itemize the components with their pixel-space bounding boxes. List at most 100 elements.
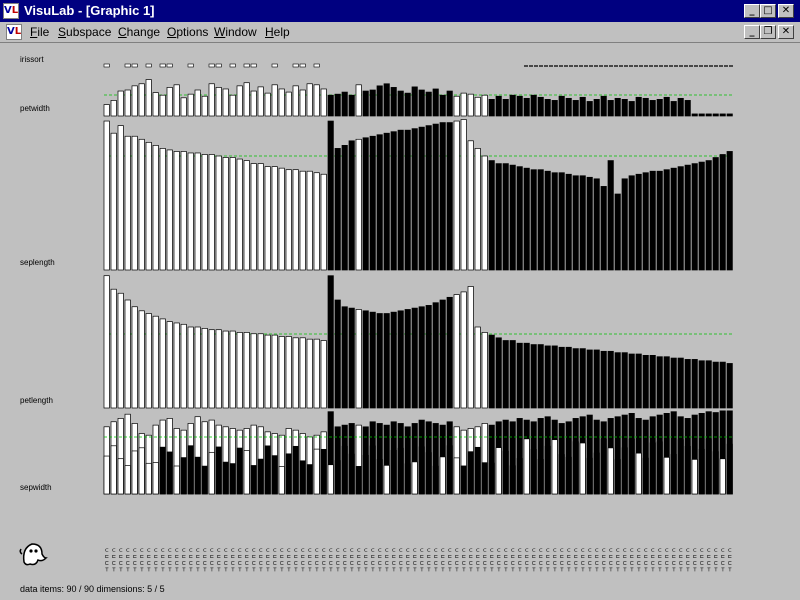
bar-sepwidth[interactable] — [684, 446, 691, 495]
bar-irissort[interactable] — [257, 86, 264, 117]
bar-petwidth[interactable] — [103, 120, 110, 271]
bar-irissort[interactable] — [404, 92, 411, 117]
bar-petwidth[interactable] — [138, 138, 145, 271]
parallel-bar-plot[interactable]: irissort petwidth seplength petlength sepwid… — [0, 0, 800, 600]
bar-irissort[interactable] — [523, 97, 530, 117]
bar-irissort[interactable] — [558, 95, 565, 117]
bar-seplength[interactable] — [278, 336, 285, 409]
bar-irissort[interactable] — [313, 84, 320, 117]
bar-irissort[interactable] — [348, 94, 355, 117]
bar-seplength[interactable] — [145, 313, 152, 409]
bar-sepwidth[interactable] — [341, 445, 348, 495]
bar-petwidth[interactable] — [705, 160, 712, 271]
bar-seplength[interactable] — [397, 310, 404, 409]
bar-irissort[interactable] — [551, 100, 558, 117]
bar-seplength[interactable] — [173, 322, 180, 409]
bar-petwidth[interactable] — [516, 166, 523, 271]
bar-seplength[interactable] — [187, 326, 194, 409]
bar-seplength[interactable] — [250, 333, 257, 409]
bar-seplength[interactable] — [362, 310, 369, 409]
bar-irissort[interactable] — [600, 95, 607, 117]
bar-petwidth[interactable] — [565, 173, 572, 271]
bar-sepwidth[interactable] — [586, 457, 593, 495]
bar-irissort[interactable] — [117, 90, 124, 117]
bar-sepwidth[interactable] — [432, 465, 439, 495]
bar-petwidth[interactable] — [719, 154, 726, 271]
bar-sepwidth[interactable] — [292, 445, 299, 495]
bar-irissort[interactable] — [362, 90, 369, 117]
bar-seplength[interactable] — [229, 330, 236, 409]
bar-seplength[interactable] — [579, 348, 586, 409]
bar-irissort[interactable] — [383, 83, 390, 117]
bar-irissort[interactable] — [306, 83, 313, 117]
bar-petwidth[interactable] — [264, 166, 271, 271]
bar-seplength[interactable] — [152, 315, 159, 409]
bar-seplength[interactable] — [628, 353, 635, 409]
bar-seplength[interactable] — [327, 275, 334, 409]
bar-sepwidth[interactable] — [656, 441, 663, 495]
bar-seplength[interactable] — [607, 350, 614, 409]
bar-seplength[interactable] — [264, 334, 271, 409]
bar-petwidth[interactable] — [544, 170, 551, 271]
bar-petwidth[interactable] — [117, 125, 124, 271]
bar-petwidth[interactable] — [684, 164, 691, 271]
bar-petwidth[interactable] — [635, 173, 642, 271]
bar-irissort[interactable] — [670, 101, 677, 117]
bar-seplength[interactable] — [376, 313, 383, 409]
bar-petwidth[interactable] — [523, 167, 530, 271]
bar-seplength[interactable] — [439, 299, 446, 409]
bar-sepwidth[interactable] — [544, 445, 551, 495]
bar-sepwidth[interactable] — [334, 460, 341, 495]
bar-seplength[interactable] — [523, 342, 530, 409]
bar-irissort[interactable] — [607, 100, 614, 117]
bar-irissort[interactable] — [537, 96, 544, 117]
bar-sepwidth[interactable] — [649, 442, 656, 495]
bar-irissort[interactable] — [544, 99, 551, 117]
bar-seplength[interactable] — [551, 345, 558, 409]
bar-irissort[interactable] — [439, 94, 446, 117]
bar-sepwidth[interactable] — [488, 462, 495, 495]
bar-sepwidth[interactable] — [663, 456, 670, 495]
bar-seplength[interactable] — [656, 356, 663, 409]
bar-irissort[interactable] — [635, 96, 642, 117]
bar-petwidth[interactable] — [509, 164, 516, 271]
bar-seplength[interactable] — [565, 346, 572, 409]
bar-sepwidth[interactable] — [635, 452, 642, 495]
bar-sepwidth[interactable] — [278, 466, 285, 495]
bar-seplength[interactable] — [243, 332, 250, 409]
bar-petwidth[interactable] — [208, 154, 215, 271]
bar-petwidth[interactable] — [495, 163, 502, 271]
bar-seplength[interactable] — [215, 329, 222, 409]
bar-irissort[interactable] — [243, 82, 250, 117]
bar-irissort[interactable] — [355, 84, 362, 117]
bar-sepwidth[interactable] — [243, 450, 250, 495]
bar-petwidth[interactable] — [411, 128, 418, 271]
bar-irissort[interactable] — [579, 96, 586, 117]
bar-irissort[interactable] — [586, 101, 593, 117]
bar-sepwidth[interactable] — [369, 445, 376, 495]
bar-sepwidth[interactable] — [558, 454, 565, 495]
bar-seplength[interactable] — [236, 332, 243, 409]
bar-petwidth[interactable] — [313, 172, 320, 271]
bar-irissort[interactable] — [642, 97, 649, 117]
bar-sepwidth[interactable] — [439, 456, 446, 495]
bar-irissort[interactable] — [691, 113, 698, 117]
bar-petwidth[interactable] — [222, 157, 229, 271]
bar-sepwidth[interactable] — [215, 446, 222, 495]
bar-seplength[interactable] — [537, 344, 544, 409]
bar-irissort[interactable] — [229, 94, 236, 117]
bar-petwidth[interactable] — [320, 173, 327, 271]
bar-petwidth[interactable] — [404, 129, 411, 271]
bar-irissort[interactable] — [572, 100, 579, 117]
bar-petwidth[interactable] — [670, 167, 677, 271]
bar-petwidth[interactable] — [642, 172, 649, 271]
bar-seplength[interactable] — [509, 340, 516, 409]
bar-seplength[interactable] — [355, 309, 362, 409]
bar-irissort[interactable] — [124, 89, 131, 117]
bar-petwidth[interactable] — [677, 166, 684, 271]
bar-sepwidth[interactable] — [194, 456, 201, 495]
bar-sepwidth[interactable] — [264, 445, 271, 495]
bar-petwidth[interactable] — [194, 152, 201, 271]
bar-sepwidth[interactable] — [530, 449, 537, 495]
bar-sepwidth[interactable] — [313, 448, 320, 495]
